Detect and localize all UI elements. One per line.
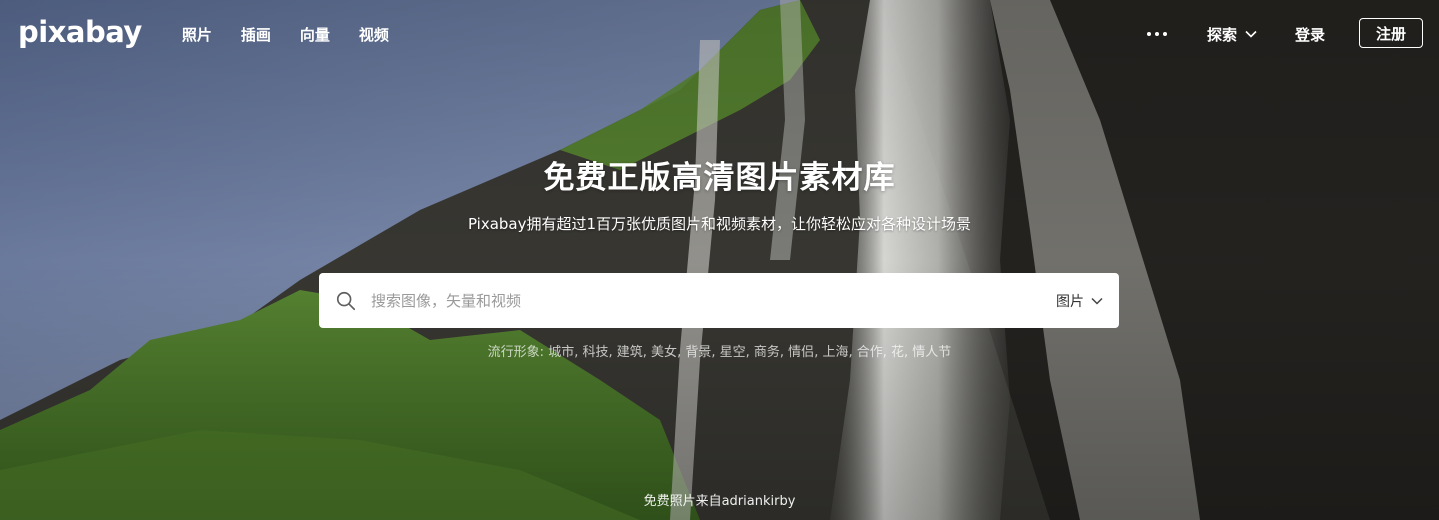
hero-subtitle: Pixabay拥有超过1百万张优质图片和视频素材，让你轻松应对各种设计场景	[467, 215, 972, 233]
trending-tag[interactable]: 星空	[720, 345, 746, 360]
login-button[interactable]: 登录	[1295, 24, 1325, 45]
hero-title: 免费正版高清图片素材库	[543, 160, 896, 196]
trending-tag[interactable]: 背景	[685, 345, 711, 360]
search-type-label: 图片	[1056, 293, 1084, 310]
trending-tag[interactable]: 上海	[822, 345, 848, 360]
trending-tag[interactable]: 城市	[548, 345, 574, 360]
nav-item-photos[interactable]: 照片	[182, 24, 212, 45]
search-icon[interactable]	[335, 290, 357, 312]
background-photo-waterfall	[0, 0, 1439, 520]
search-input[interactable]	[371, 291, 1056, 310]
photo-credit: 免费照片来自adriankirby	[0, 490, 1439, 509]
explore-dropdown[interactable]: 探索	[1207, 24, 1257, 45]
credit-author-link[interactable]: adriankirby	[722, 494, 796, 509]
search-type-select[interactable]: 图片	[1056, 291, 1103, 311]
hero-section: pixabay 照片 插画 向量 视频 探索 登录 注册 免费正版高清图片素材库…	[0, 0, 1439, 520]
credit-prefix: 免费照片来自	[643, 494, 722, 509]
trending-tag[interactable]: 合作	[857, 345, 883, 360]
top-header: pixabay 照片 插画 向量 视频 探索 登录 注册	[0, 0, 1439, 68]
trending-tag[interactable]: 建筑	[617, 345, 643, 360]
trending-tag[interactable]: 情侣	[788, 345, 814, 360]
trending-tag[interactable]: 花	[891, 345, 904, 360]
nav-item-videos[interactable]: 视频	[359, 24, 389, 45]
search-bar: 图片	[319, 273, 1119, 328]
dot	[1162, 32, 1167, 36]
dot	[1146, 32, 1151, 36]
explore-label: 探索	[1206, 25, 1237, 44]
more-options-icon[interactable]	[1143, 28, 1171, 40]
pixabay-logo[interactable]: pixabay	[18, 15, 142, 49]
dot	[1154, 32, 1159, 36]
trending-prefix: 流行形象:	[487, 345, 545, 360]
main-nav: 照片 插画 向量 视频	[182, 24, 418, 45]
signup-button[interactable]: 注册	[1359, 18, 1423, 48]
chevron-down-icon	[1091, 297, 1103, 305]
nav-item-vectors[interactable]: 向量	[300, 24, 330, 45]
trending-tags: 流行形象: 城市, 科技, 建筑, 美女, 背景, 星空, 商务, 情侣, 上海…	[487, 345, 952, 360]
trending-tag[interactable]: 科技	[582, 345, 608, 360]
trending-tag[interactable]: 商务	[754, 345, 780, 360]
nav-item-illustrations[interactable]: 插画	[241, 24, 271, 45]
trending-tag[interactable]: 美女	[651, 345, 677, 360]
chevron-down-icon	[1245, 30, 1257, 38]
trending-tag[interactable]: 情人节	[912, 345, 951, 360]
